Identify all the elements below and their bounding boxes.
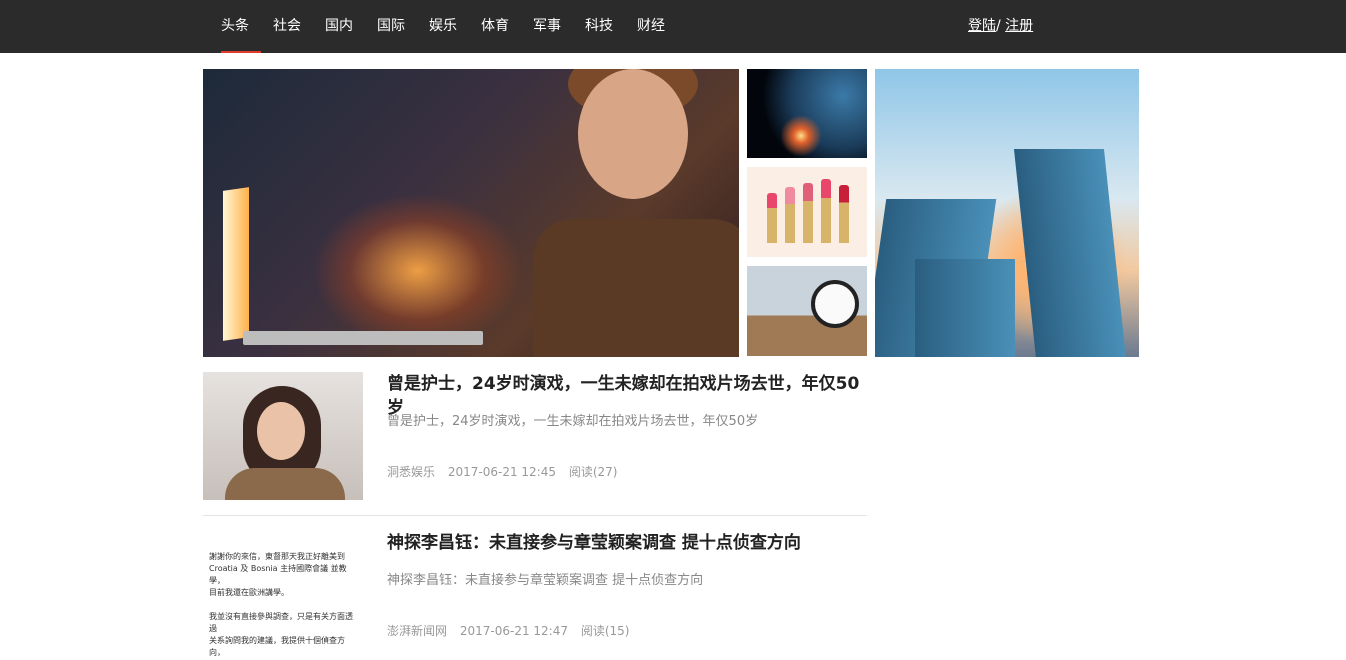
hero-image-city[interactable] [875,69,1139,357]
login-link[interactable]: 登陆 [968,18,996,34]
portrait-shirt [225,468,345,500]
nav-item-technology[interactable]: 科技 [573,0,625,53]
article-thumbnail[interactable]: 謝謝你的來信，東督那天我正好離美到 Croatia 及 Bosnia 主持國際會… [203,531,363,659]
article-item: 謝謝你的來信，東督那天我正好離美到 Croatia 及 Bosnia 主持國際會… [203,531,867,660]
hero-body [533,219,739,357]
hero-face [578,69,688,199]
hero-image-lipstick[interactable] [747,167,867,257]
auth-links: 登陆/ 注册 [968,0,1033,53]
hero-image-space[interactable] [747,69,867,158]
lipstick-3 [803,183,813,243]
nav-item-sports[interactable]: 体育 [469,0,521,53]
nav-item-finance[interactable]: 财经 [625,0,677,53]
nav-item-military[interactable]: 军事 [521,0,573,53]
article-time: 2017-06-21 12:47 [459,624,568,638]
lipstick-2 [785,187,795,243]
article-source: 澎湃新闻网 [387,624,448,638]
nav-item-headlines[interactable]: 头条 [209,0,261,53]
category-nav: 头条 社会 国内 国际 娱乐 体育 军事 科技 财经 [209,0,677,53]
hero-image-main[interactable] [203,69,739,357]
nav-item-international[interactable]: 国际 [365,0,417,53]
article-summary: 曾是护士，24岁时演戏，一生未嫁却在拍戏片场去世，年仅50岁 [387,414,759,429]
article-reads: 阅读(15) [580,624,630,638]
lipstick-1 [767,193,777,243]
article-title[interactable]: 神探李昌钰：未直接参与章莹颖案调查 提十点侦查方向 [387,531,801,555]
building-center [915,259,1015,357]
lipstick-5 [839,185,849,243]
laptop [243,331,483,345]
article-source: 洞悉娱乐 [387,465,436,479]
hero-image-clock[interactable] [747,266,867,356]
portrait-face [257,402,305,460]
auth-separator: / [996,18,1001,34]
nav-item-entertainment[interactable]: 娱乐 [417,0,469,53]
laptop-screen-glow [223,187,249,341]
article-meta: 洞悉娱乐 2017-06-21 12:45 阅读(27) [387,463,626,480]
article-item: 曾是护士，24岁时演戏，一生未嫁却在拍戏片场去世，年仅50岁 曾是护士，24岁时… [203,372,867,516]
top-navbar: 头条 社会 国内 国际 娱乐 体育 军事 科技 财经 登陆/ 注册 [0,0,1346,53]
article-reads: 阅读(27) [568,465,618,479]
nav-item-domestic[interactable]: 国内 [313,0,365,53]
building-right [1013,149,1127,357]
nav-item-society[interactable]: 社会 [261,0,313,53]
article-meta: 澎湃新闻网 2017-06-21 12:47 阅读(15) [387,622,638,639]
register-link[interactable]: 注册 [1005,18,1033,34]
article-thumbnail[interactable] [203,372,363,500]
article-time: 2017-06-21 12:45 [447,465,556,479]
article-summary: 神探李昌钰：未直接参与章莹颖案调查 提十点侦查方向 [387,573,704,588]
alarm-clock-icon [811,280,859,328]
lipstick-4 [821,179,831,243]
